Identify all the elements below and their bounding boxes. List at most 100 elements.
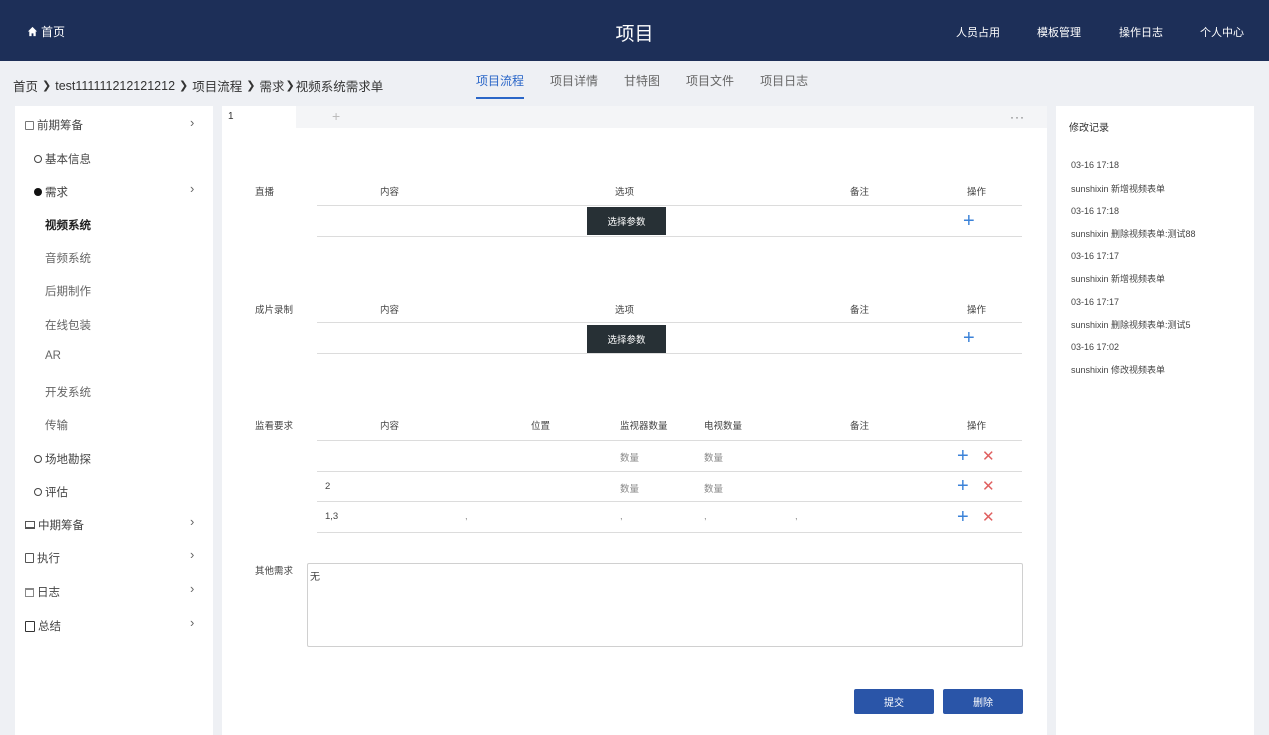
change-log-title: 修改记录 bbox=[1069, 123, 1109, 134]
sidebar-item-diary[interactable]: 日志 bbox=[25, 584, 60, 600]
col-header: 内容 bbox=[380, 305, 400, 316]
chevron-right-icon[interactable]: › bbox=[190, 581, 194, 596]
select-params-button[interactable]: 选择参数 bbox=[587, 207, 666, 235]
table-cell[interactable]: , bbox=[795, 511, 798, 522]
submit-button[interactable]: 提交 bbox=[854, 689, 934, 714]
file-icon bbox=[25, 553, 34, 563]
col-header: 操作 bbox=[967, 305, 987, 316]
sidebar-item-execute[interactable]: 执行 bbox=[25, 550, 60, 566]
sidebar-item-label: 总结 bbox=[38, 621, 61, 633]
col-header: 内容 bbox=[380, 187, 400, 198]
home-link[interactable]: 首页 bbox=[27, 23, 65, 40]
home-icon bbox=[27, 26, 38, 37]
sidebar-item-demand[interactable]: 需求 bbox=[34, 184, 68, 200]
sidebar-item-mid-prep[interactable]: 中期筹备 bbox=[25, 517, 84, 533]
divider bbox=[317, 501, 1022, 502]
chevron-right-icon[interactable]: › bbox=[190, 514, 194, 529]
table-cell[interactable]: 数量 bbox=[704, 481, 723, 495]
col-header: 选项 bbox=[615, 305, 635, 316]
sidebar-item-label: 中期筹备 bbox=[38, 520, 84, 532]
col-header: 选项 bbox=[615, 187, 635, 198]
divider bbox=[317, 236, 1022, 237]
nav-staff[interactable]: 人员占用 bbox=[956, 24, 1000, 40]
nav-profile[interactable]: 个人中心 bbox=[1200, 24, 1244, 40]
sidebar-item-transfer[interactable]: 传输 bbox=[45, 417, 68, 433]
add-row-icon[interactable]: + bbox=[957, 446, 969, 466]
select-params-button[interactable]: 选择参数 bbox=[587, 325, 666, 353]
sidebar-item-evaluate[interactable]: 评估 bbox=[34, 484, 68, 500]
sidebar-item-dev[interactable]: 开发系统 bbox=[45, 384, 91, 400]
table-cell[interactable]: 2 bbox=[325, 481, 330, 492]
col-header: 监视器数量 bbox=[620, 421, 668, 432]
circle-outline-icon bbox=[34, 455, 42, 463]
chevron-right-icon[interactable]: › bbox=[190, 181, 194, 196]
table-cell[interactable]: 数量 bbox=[620, 481, 639, 495]
home-label: 首页 bbox=[41, 25, 66, 39]
section-title: 监看要求 bbox=[255, 421, 294, 432]
log-text: sunshixin 删除视频表单:测试88 bbox=[1071, 229, 1196, 239]
delete-row-icon[interactable]: ✕ bbox=[982, 510, 995, 526]
monitor-icon bbox=[25, 521, 35, 529]
chevron-right-icon[interactable]: › bbox=[190, 115, 194, 130]
more-icon[interactable]: ··· bbox=[1010, 110, 1025, 124]
col-header: 备注 bbox=[850, 187, 870, 198]
nav-oplog[interactable]: 操作日志 bbox=[1119, 24, 1163, 40]
circle-outline-icon bbox=[34, 155, 42, 163]
table-cell[interactable]: 1,3 bbox=[325, 511, 338, 522]
sidebar-item-basic-info[interactable]: 基本信息 bbox=[34, 151, 91, 167]
sidebar-item-label: 场地勘探 bbox=[45, 454, 91, 466]
add-row-icon[interactable]: + bbox=[957, 507, 969, 527]
form-tab-1[interactable]: 1 bbox=[222, 106, 296, 128]
table-cell[interactable]: , bbox=[465, 511, 468, 522]
table-cell[interactable]: 数量 bbox=[620, 450, 639, 464]
chevron-right-icon: ❯ bbox=[246, 80, 256, 92]
chevron-right-icon: ❯ bbox=[42, 80, 52, 92]
col-header: 备注 bbox=[850, 305, 870, 316]
add-row-icon[interactable]: + bbox=[963, 211, 975, 231]
tab-gantt[interactable]: 甘特图 bbox=[624, 72, 660, 99]
table-cell[interactable]: , bbox=[620, 511, 623, 522]
delete-button[interactable]: 删除 bbox=[943, 689, 1023, 714]
tab-files[interactable]: 项目文件 bbox=[686, 72, 734, 99]
nav-templates[interactable]: 模板管理 bbox=[1037, 24, 1081, 40]
delete-row-icon[interactable]: ✕ bbox=[982, 449, 995, 465]
delete-row-icon[interactable]: ✕ bbox=[982, 479, 995, 495]
add-tab-icon[interactable]: + bbox=[332, 108, 340, 124]
form-tabstrip: 1 + ··· bbox=[222, 106, 1047, 128]
sidebar-item-video[interactable]: 视频系统 bbox=[45, 217, 91, 233]
calendar-icon bbox=[25, 587, 34, 597]
tab-details[interactable]: 项目详情 bbox=[550, 72, 598, 99]
chevron-right-icon[interactable]: › bbox=[190, 547, 194, 562]
log-text: sunshixin 修改视频表单 bbox=[1071, 365, 1166, 375]
crumb-demand[interactable]: 需求 bbox=[259, 76, 284, 95]
log-text: sunshixin 新增视频表单 bbox=[1071, 184, 1166, 194]
add-row-icon[interactable]: + bbox=[963, 328, 975, 348]
sidebar-item-audio[interactable]: 音频系统 bbox=[45, 250, 91, 266]
table-cell[interactable]: 数量 bbox=[704, 450, 723, 464]
sidebar-item-prep[interactable]: 前期筹备 bbox=[25, 117, 83, 133]
add-row-icon[interactable]: + bbox=[957, 476, 969, 496]
log-time: 03-16 17:18 bbox=[1071, 206, 1120, 216]
change-log-panel: 修改记录 03-16 17:18 sunshixin 新增视频表单 03-16 … bbox=[1056, 106, 1254, 735]
tab-flow[interactable]: 项目流程 bbox=[476, 72, 525, 99]
clipboard-icon bbox=[25, 620, 35, 632]
crumb-home[interactable]: 首页 bbox=[13, 76, 38, 95]
sidebar-item-label: 需求 bbox=[45, 187, 68, 199]
divider bbox=[317, 353, 1022, 354]
sidebar-item-post[interactable]: 后期制作 bbox=[45, 283, 91, 299]
sidebar-item-label: 评估 bbox=[45, 487, 68, 499]
tab-log[interactable]: 项目日志 bbox=[760, 72, 808, 99]
crumb-project[interactable]: test111111212121212 bbox=[55, 79, 175, 93]
other-requirements-textarea[interactable]: 无 bbox=[307, 563, 1023, 647]
main-panel: 1 + ··· 直播 内容 选项 备注 操作 选择参数 + 成片录制 内容 选项… bbox=[222, 106, 1047, 735]
log-time: 03-16 17:02 bbox=[1071, 342, 1120, 352]
sidebar-item-ar[interactable]: AR bbox=[45, 350, 61, 362]
chevron-right-icon: ❯ bbox=[179, 80, 189, 92]
sidebar: 前期筹备 › 基本信息 需求 › 视频系统 音频系统 后期制作 在线包装 AR … bbox=[15, 106, 213, 735]
sidebar-item-survey[interactable]: 场地勘探 bbox=[34, 451, 91, 467]
crumb-flow[interactable]: 项目流程 bbox=[192, 76, 242, 95]
table-cell[interactable]: , bbox=[704, 511, 707, 522]
sidebar-item-packaging[interactable]: 在线包装 bbox=[45, 317, 91, 333]
sidebar-item-summary[interactable]: 总结 bbox=[25, 618, 61, 634]
chevron-right-icon[interactable]: › bbox=[190, 615, 194, 630]
